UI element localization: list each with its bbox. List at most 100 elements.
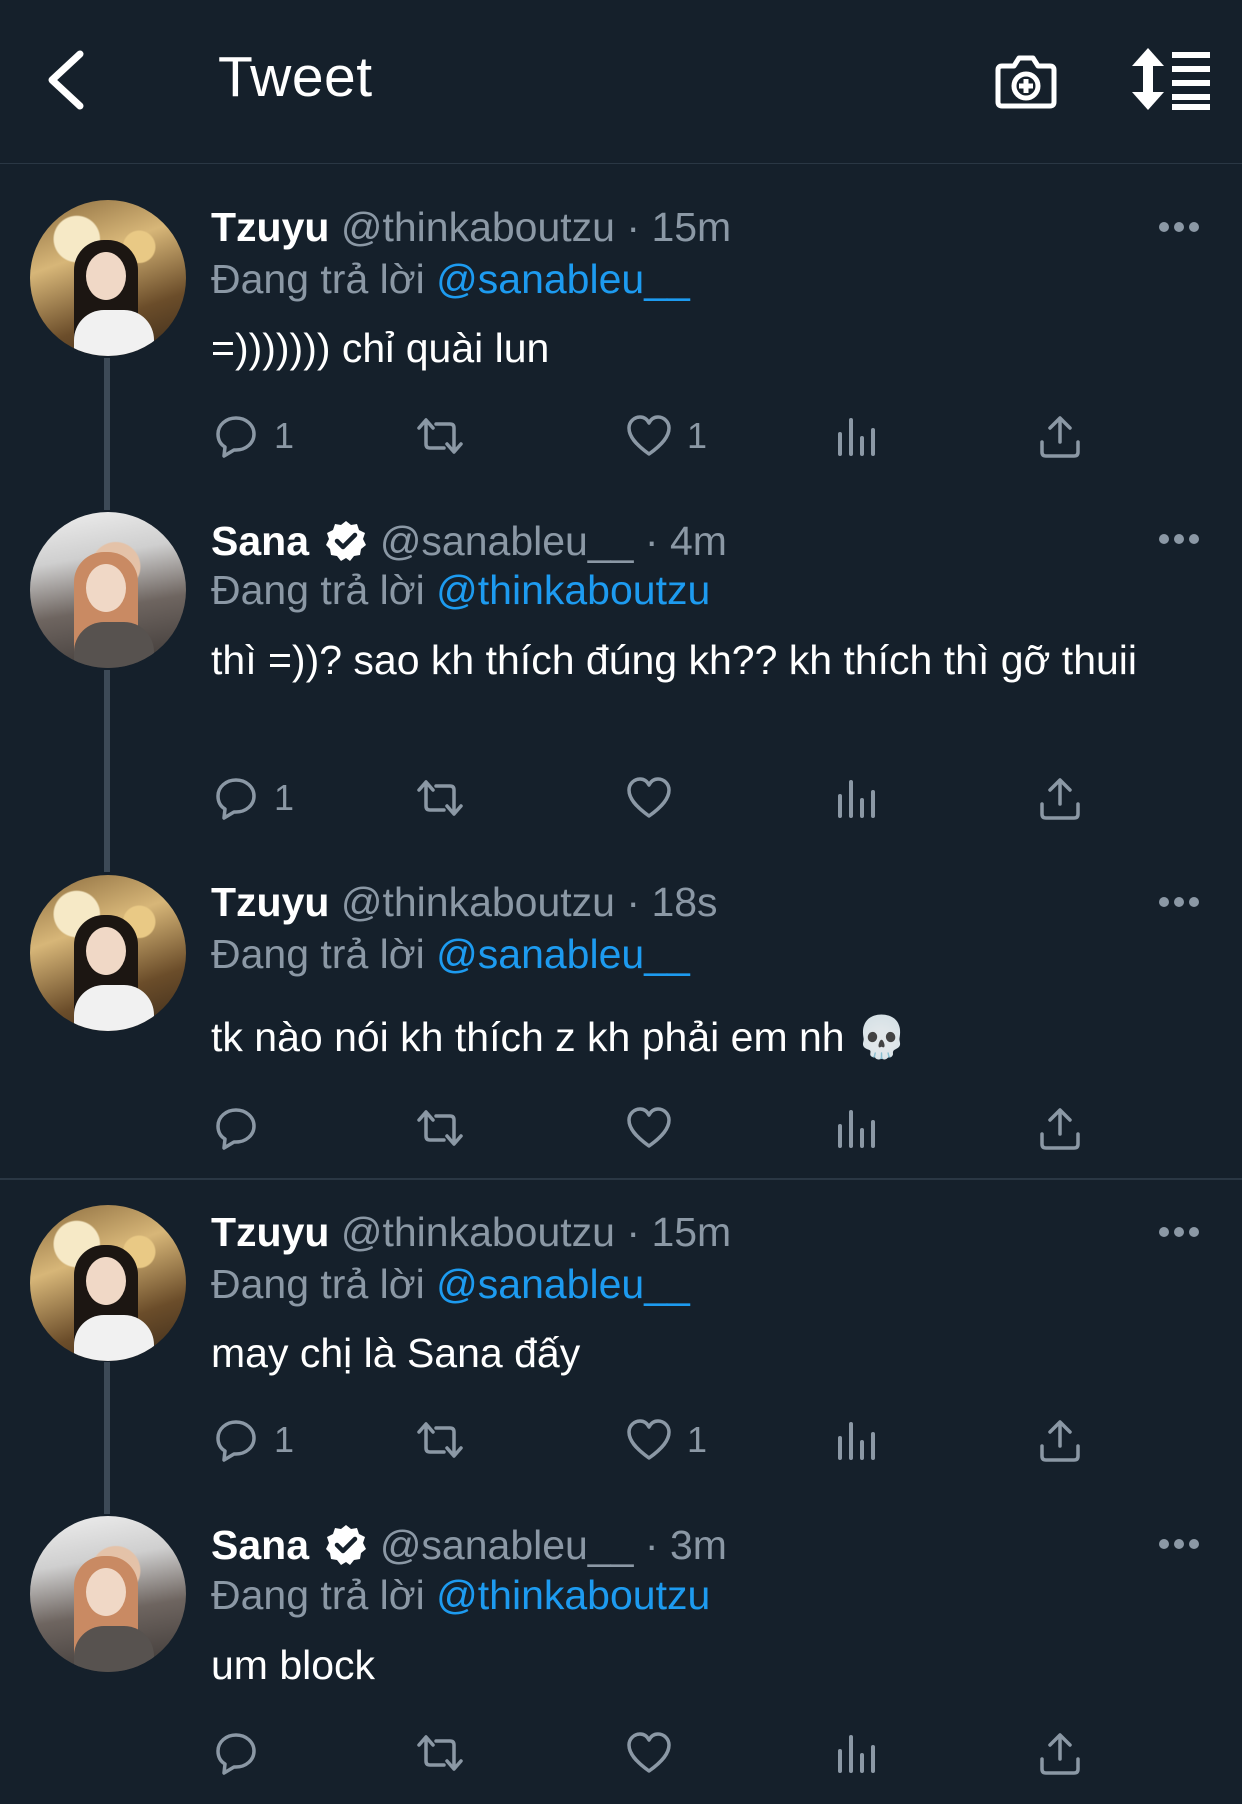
avatar[interactable] — [30, 200, 186, 356]
page-title: Tweet — [218, 45, 373, 109]
analytics-icon — [838, 780, 875, 818]
heart-icon — [627, 777, 671, 818]
analytics-button[interactable] — [832, 770, 880, 826]
more-dots-icon[interactable] — [1158, 221, 1200, 233]
sort-list-icon[interactable] — [1132, 48, 1212, 110]
share-button[interactable] — [1036, 1100, 1084, 1156]
reply-button[interactable]: 1 — [212, 770, 294, 826]
avatar[interactable] — [30, 1516, 186, 1672]
like-button[interactable] — [625, 770, 687, 826]
share-button[interactable] — [1036, 408, 1084, 464]
reply-prefix: Đang trả lời — [211, 1261, 425, 1307]
tweet-header: Tzuyu @thinkaboutzu · 15m — [211, 1209, 731, 1256]
reply-button[interactable] — [212, 1100, 274, 1156]
author-handle: @sanableu__ — [379, 1522, 634, 1568]
tweet-text: um block — [211, 1642, 376, 1688]
reply-context: Đang trả lời @thinkaboutzu — [211, 1572, 710, 1619]
reply-context: Đang trả lời @sanableu__ — [211, 1261, 690, 1308]
reply-mention[interactable]: @thinkaboutzu — [436, 1572, 710, 1618]
top-nav-bar: Tweet — [0, 0, 1242, 164]
retweet-button[interactable] — [416, 1725, 464, 1781]
author-handle: @thinkaboutzu — [340, 1209, 615, 1255]
reply-prefix: Đang trả lời — [211, 256, 425, 302]
reply-context: Đang trả lời @sanableu__ — [211, 931, 690, 978]
tweet-text: may chị là Sana đấy — [211, 1330, 581, 1376]
like-count: 1 — [687, 1419, 708, 1460]
separator-dot: · — [626, 204, 641, 250]
comment-icon — [216, 1420, 256, 1462]
more-dots-icon[interactable] — [1158, 1226, 1200, 1238]
action-bar: 1 1 — [0, 1412, 1242, 1468]
tweet-time: 15m — [651, 1209, 732, 1255]
comment-icon — [216, 416, 256, 458]
comment-icon — [216, 1733, 256, 1775]
analytics-button[interactable] — [832, 408, 880, 464]
tweet-header: Tzuyu @thinkaboutzu · 15m — [211, 204, 731, 251]
action-bar — [0, 1725, 1242, 1781]
like-button[interactable]: 1 — [625, 1412, 707, 1468]
share-button[interactable] — [1036, 1725, 1084, 1781]
tweet-text: =))))))) chỉ quài lun — [211, 325, 550, 371]
reply-context: Đang trả lời @thinkaboutzu — [211, 567, 710, 614]
analytics-button[interactable] — [832, 1100, 880, 1156]
separator-dot: · — [626, 879, 641, 925]
analytics-icon — [838, 1735, 875, 1773]
author-handle: @thinkaboutzu — [340, 204, 615, 250]
share-icon — [1040, 1108, 1080, 1150]
like-button[interactable]: 1 — [625, 408, 707, 464]
avatar[interactable] — [30, 1205, 186, 1361]
more-dots-icon[interactable] — [1158, 896, 1200, 908]
like-button[interactable] — [625, 1100, 687, 1156]
tweet-time: 3m — [669, 1522, 727, 1568]
tweet-time: 4m — [669, 518, 727, 564]
author-name[interactable]: Tzuyu — [211, 204, 329, 250]
tweet-header: Sana @sanableu__ · 3m — [211, 1522, 727, 1569]
verified-badge-icon — [326, 1525, 367, 1565]
author-handle: @sanableu__ — [379, 518, 634, 564]
retweet-icon — [417, 780, 463, 816]
chevron-left-icon[interactable] — [42, 48, 92, 112]
camera-plus-icon[interactable] — [994, 48, 1058, 112]
retweet-button[interactable] — [416, 770, 464, 826]
more-dots-icon[interactable] — [1158, 533, 1200, 545]
action-bar: 1 1 — [0, 408, 1242, 464]
avatar[interactable] — [30, 512, 186, 668]
retweet-button[interactable] — [416, 408, 464, 464]
author-name[interactable]: Sana — [211, 1522, 309, 1568]
retweet-button[interactable] — [416, 1100, 464, 1156]
analytics-icon — [838, 1422, 875, 1460]
author-name[interactable]: Tzuyu — [211, 879, 329, 925]
heart-icon — [627, 1419, 671, 1460]
avatar[interactable] — [30, 875, 186, 1031]
retweet-button[interactable] — [416, 1412, 464, 1468]
reply-count: 1 — [274, 1419, 295, 1460]
reply-button[interactable]: 1 — [212, 408, 294, 464]
heart-icon — [627, 1107, 671, 1148]
tweet-header: Tzuyu @thinkaboutzu · 18s — [211, 879, 718, 926]
separator-dot: · — [644, 1522, 659, 1568]
retweet-icon — [417, 1110, 463, 1146]
analytics-button[interactable] — [832, 1412, 880, 1468]
share-button[interactable] — [1036, 770, 1084, 826]
reply-mention[interactable]: @sanableu__ — [436, 1261, 690, 1307]
heart-icon — [627, 415, 671, 456]
more-dots-icon[interactable] — [1158, 1538, 1200, 1550]
separator-dot: · — [626, 1209, 641, 1255]
retweet-icon — [417, 418, 463, 454]
reply-context: Đang trả lời @sanableu__ — [211, 256, 690, 303]
reply-button[interactable] — [212, 1725, 274, 1781]
reply-prefix: Đang trả lời — [211, 567, 425, 613]
share-icon — [1040, 1420, 1080, 1462]
author-name[interactable]: Tzuyu — [211, 1209, 329, 1255]
reply-mention[interactable]: @sanableu__ — [436, 931, 690, 977]
comment-icon — [216, 778, 256, 820]
reply-button[interactable]: 1 — [212, 1412, 294, 1468]
share-button[interactable] — [1036, 1412, 1084, 1468]
like-button[interactable] — [625, 1725, 687, 1781]
analytics-button[interactable] — [832, 1725, 880, 1781]
reply-mention[interactable]: @sanableu__ — [436, 256, 690, 302]
author-name[interactable]: Sana — [211, 518, 309, 564]
retweet-icon — [417, 1422, 463, 1458]
reply-mention[interactable]: @thinkaboutzu — [436, 567, 710, 613]
action-bar — [0, 1100, 1242, 1156]
